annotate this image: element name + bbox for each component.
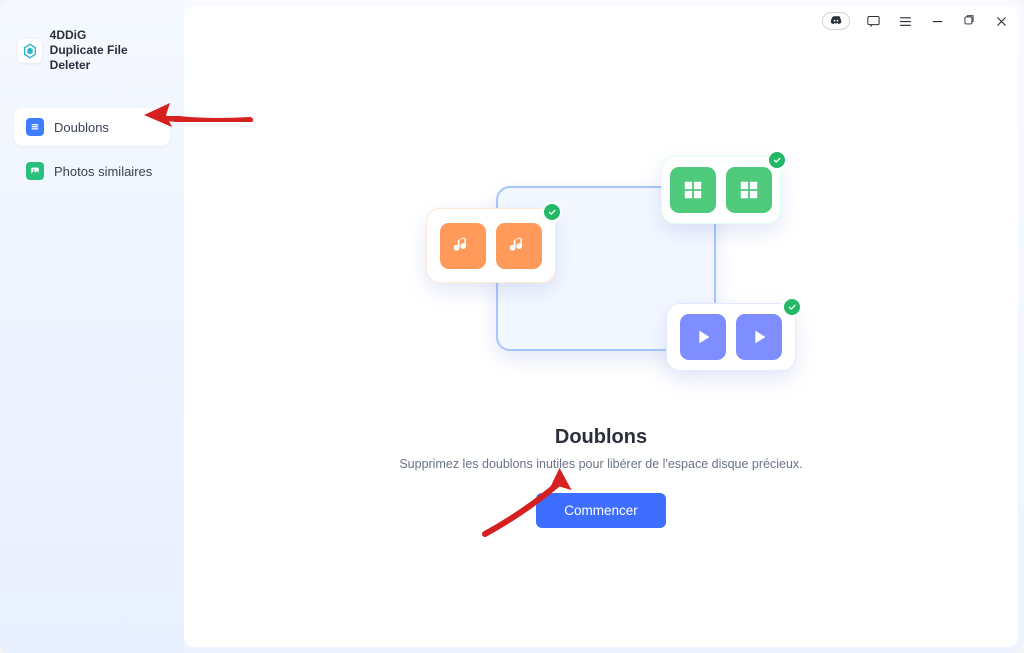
maximize-button[interactable] xyxy=(960,12,978,30)
check-badge-icon xyxy=(767,150,787,170)
sidebar-item-label: Photos similaires xyxy=(54,164,152,179)
page-heading: Doublons xyxy=(555,426,647,449)
purple-tiles xyxy=(666,303,796,371)
image-icon xyxy=(26,162,44,180)
sidebar-item-label: Doublons xyxy=(54,120,109,135)
discord-button[interactable] xyxy=(822,12,850,30)
close-button[interactable] xyxy=(992,12,1010,30)
sidebar-item-duplicates[interactable]: Doublons xyxy=(14,108,170,146)
sidebar-item-similar-photos[interactable]: Photos similaires xyxy=(14,152,170,190)
files-icon xyxy=(26,118,44,136)
app-title: 4DDiG Duplicate File Deleter xyxy=(50,28,170,73)
feedback-icon[interactable] xyxy=(864,12,882,30)
minimize-button[interactable] xyxy=(928,12,946,30)
check-badge-icon xyxy=(542,202,562,222)
hero-illustration xyxy=(451,166,751,366)
menu-icon[interactable] xyxy=(896,12,914,30)
start-button[interactable]: Commencer xyxy=(536,493,666,528)
check-badge-icon xyxy=(782,297,802,317)
green-tiles xyxy=(661,156,781,224)
page-subheading: Supprimez les doublons inutiles pour lib… xyxy=(359,457,842,471)
logo-icon xyxy=(18,39,42,63)
app-brand: 4DDiG Duplicate File Deleter xyxy=(14,28,170,73)
orange-tiles xyxy=(426,208,556,283)
